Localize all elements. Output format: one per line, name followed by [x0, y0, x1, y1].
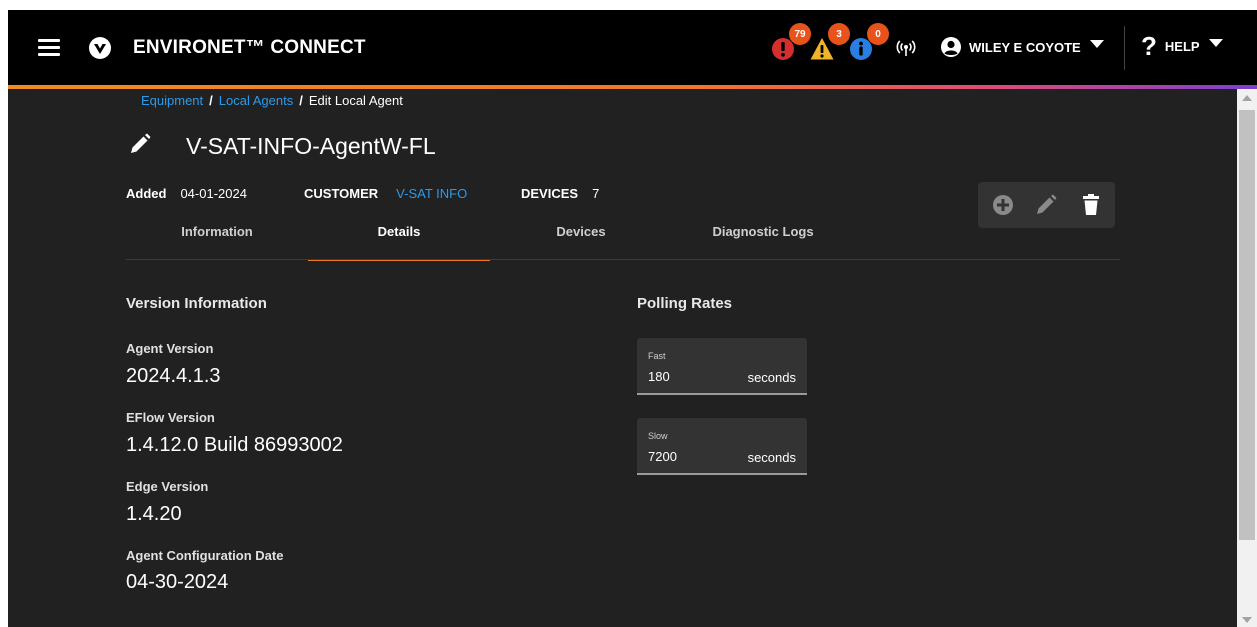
- tab-devices[interactable]: Devices: [490, 213, 672, 261]
- added-info: Added 04-01-2024: [126, 186, 247, 201]
- chevron-down-icon: [1089, 40, 1104, 48]
- header-accent-bar: [8, 85, 1257, 89]
- customer-label: CUSTOMER: [304, 186, 379, 201]
- critical-alert-count: 79: [789, 23, 811, 45]
- agent-version-value: 2024.4.1.3: [126, 365, 221, 387]
- user-circle-icon: [941, 37, 961, 57]
- devices-label: DEVICES: [521, 186, 579, 201]
- help-menu[interactable]: ? HELP: [1141, 30, 1223, 61]
- breadcrumb-separator: /: [299, 93, 303, 108]
- agent-actions-toolbar: [978, 182, 1115, 228]
- top-bar: ENVIRONET™ CONNECT 79 3 0 WILEY E COYOTE…: [8, 10, 1257, 85]
- devices-info: DEVICES 7: [521, 186, 599, 201]
- menu-icon[interactable]: [38, 39, 60, 56]
- slow-polling-field[interactable]: Slow 7200 seconds: [637, 418, 807, 475]
- user-menu[interactable]: WILEY E COYOTE: [940, 35, 1104, 59]
- header-divider: [1124, 26, 1125, 70]
- tab-information[interactable]: Information: [126, 213, 308, 261]
- slow-rate-label: Slow: [648, 431, 668, 441]
- customer-link[interactable]: V-SAT INFO: [396, 186, 467, 201]
- breadcrumb: Equipment / Local Agents / Edit Local Agent: [141, 93, 403, 108]
- config-date-label: Agent Configuration Date: [126, 548, 284, 563]
- critical-alerts-button[interactable]: 79: [771, 23, 811, 61]
- pencil-icon: [131, 133, 151, 153]
- eflow-version-value: 1.4.12.0 Build 86993002: [126, 434, 343, 456]
- config-date-value: 04-30-2024: [126, 571, 229, 593]
- edge-version-value: 1.4.20: [126, 503, 182, 525]
- app-title: ENVIRONET™ CONNECT: [133, 37, 366, 58]
- info-alert-count: 0: [867, 23, 889, 45]
- question-mark-icon: ?: [1141, 30, 1157, 61]
- added-value: 04-01-2024: [180, 186, 247, 201]
- fast-rate-unit: seconds: [747, 370, 796, 385]
- add-circle-icon[interactable]: [991, 193, 1015, 217]
- scroll-up-arrow-icon[interactable]: [1242, 95, 1252, 101]
- delete-trash-icon[interactable]: [1079, 193, 1103, 217]
- fast-rate-value: 180: [648, 369, 670, 384]
- eflow-version-label: EFlow Version: [126, 410, 215, 425]
- scroll-down-arrow-icon[interactable]: [1242, 617, 1252, 623]
- tab-diagnostic-logs[interactable]: Diagnostic Logs: [672, 213, 854, 261]
- breadcrumb-local-agents[interactable]: Local Agents: [219, 93, 293, 108]
- edit-pencil-icon[interactable]: [1034, 193, 1058, 217]
- warning-alerts-button[interactable]: 3: [810, 23, 850, 61]
- customer-info: CUSTOMER V-SAT INFO: [304, 186, 467, 201]
- broadcast-signal-icon[interactable]: [896, 38, 916, 58]
- scrollbar-thumb[interactable]: [1239, 110, 1255, 540]
- edge-version-label: Edge Version: [126, 479, 209, 494]
- breadcrumb-current: Edit Local Agent: [308, 93, 403, 108]
- app-frame: ENVIRONET™ CONNECT 79 3 0 WILEY E COYOTE…: [8, 10, 1257, 627]
- slow-rate-unit: seconds: [747, 450, 796, 465]
- page-title: V-SAT-INFO-AgentW-FL: [186, 133, 436, 159]
- breadcrumb-equipment[interactable]: Equipment: [141, 93, 203, 108]
- slow-rate-value: 7200: [648, 449, 677, 464]
- polling-rates-heading: Polling Rates: [637, 295, 733, 312]
- fast-rate-label: Fast: [648, 351, 666, 361]
- added-label: Added: [126, 186, 167, 201]
- chevron-down-icon: [1208, 39, 1223, 47]
- devices-count: 7: [592, 186, 600, 201]
- agent-version-label: Agent Version: [126, 341, 214, 356]
- breadcrumb-separator: /: [209, 93, 213, 108]
- tabs-divider: [126, 259, 1120, 260]
- info-alerts-button[interactable]: 0: [849, 23, 889, 61]
- help-label: HELP: [1164, 38, 1200, 54]
- fast-polling-field[interactable]: Fast 180 seconds: [637, 338, 807, 395]
- tab-details[interactable]: Details: [308, 213, 490, 261]
- version-info-heading: Version Information: [126, 295, 267, 312]
- vertical-scrollbar[interactable]: [1237, 89, 1257, 627]
- user-name: WILEY E COYOTE: [969, 39, 1081, 55]
- vertiv-logo-icon: [89, 37, 111, 59]
- warning-alert-count: 3: [828, 23, 850, 45]
